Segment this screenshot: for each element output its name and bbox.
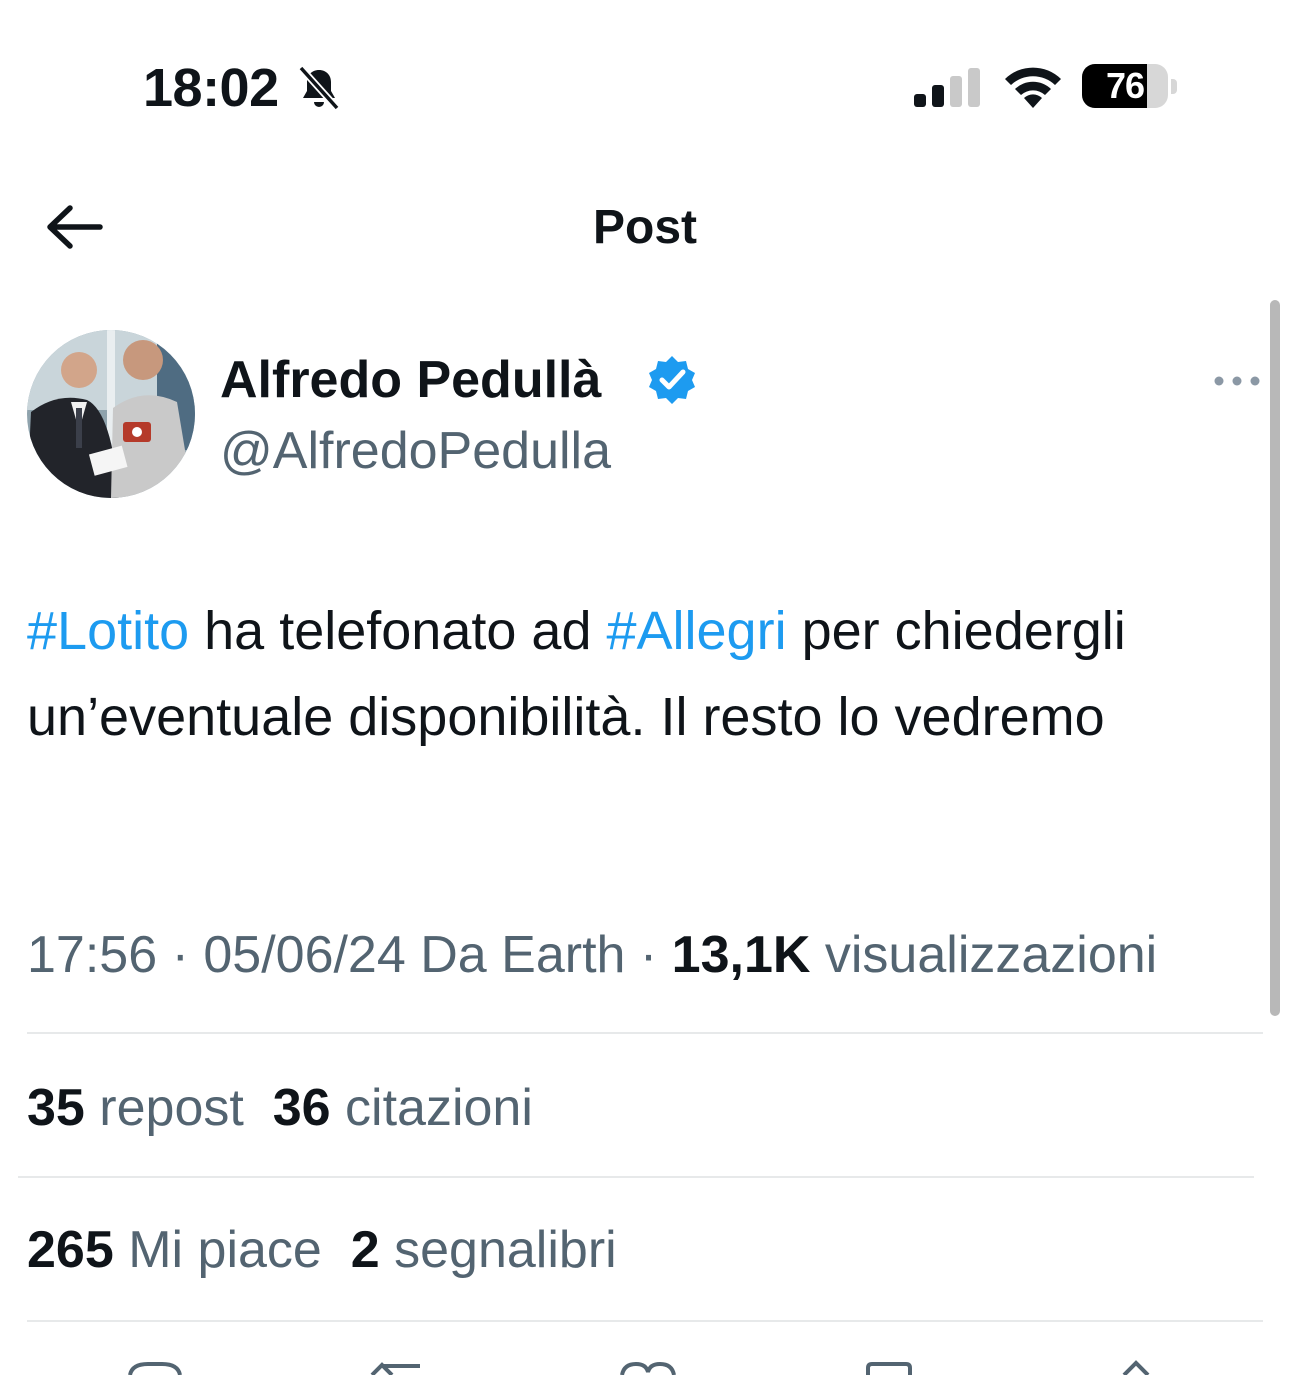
repost-icon[interactable] xyxy=(370,1362,420,1375)
scrollbar[interactable] xyxy=(1270,300,1280,1016)
like-stats-row: 265 Mi piace 2 segnalibri xyxy=(27,1218,617,1282)
bell-muted-icon xyxy=(298,65,340,111)
more-options-icon[interactable] xyxy=(1212,366,1262,396)
wifi-icon xyxy=(1005,67,1061,108)
author-name[interactable]: Alfredo Pedullà xyxy=(220,348,601,412)
reposts-stat[interactable]: 35 repost xyxy=(27,1079,244,1137)
post-date: 05/06/24 xyxy=(203,926,406,984)
post-meta: 17:56 · 05/06/24 Da Earth · 13,1K visual… xyxy=(27,926,1158,984)
likes-stat[interactable]: 265 Mi piace xyxy=(27,1221,322,1279)
hashtag-link[interactable]: #Allegri xyxy=(606,601,786,661)
share-icon[interactable] xyxy=(1122,1360,1150,1375)
divider xyxy=(18,1176,1254,1178)
page-title: Post xyxy=(592,201,697,254)
hashtag-link[interactable]: #Lotito xyxy=(27,601,189,661)
cellular-signal-icon xyxy=(914,68,980,107)
avatar[interactable] xyxy=(27,330,195,498)
views-label: visualizzazioni xyxy=(810,926,1158,984)
post-source[interactable]: Da Earth xyxy=(406,926,625,984)
repost-stats-row: 35 repost 36 citazioni xyxy=(27,1076,533,1140)
views-count: 13,1K xyxy=(671,926,811,984)
post-time: 17:56 xyxy=(27,926,158,984)
battery-icon: 76 xyxy=(1082,64,1180,110)
status-time: 18:02 xyxy=(143,58,279,118)
like-icon[interactable] xyxy=(620,1361,676,1375)
battery-level: 76 xyxy=(1105,65,1145,106)
author-handle[interactable]: @AlfredoPedulla xyxy=(220,420,611,482)
reply-icon[interactable] xyxy=(128,1362,182,1375)
divider xyxy=(27,1320,1263,1322)
bookmark-icon[interactable] xyxy=(866,1362,912,1375)
divider xyxy=(27,1032,1263,1034)
post-text: #Lotito ha telefonato ad #Allegri per ch… xyxy=(27,588,1267,760)
quotes-stat[interactable]: 36 citazioni xyxy=(273,1079,533,1137)
verified-badge-icon[interactable] xyxy=(646,354,698,406)
action-bar xyxy=(128,1360,1150,1375)
bookmarks-stat[interactable]: 2 segnalibri xyxy=(351,1221,617,1279)
post-text-segment: ha telefonato ad xyxy=(189,601,607,661)
